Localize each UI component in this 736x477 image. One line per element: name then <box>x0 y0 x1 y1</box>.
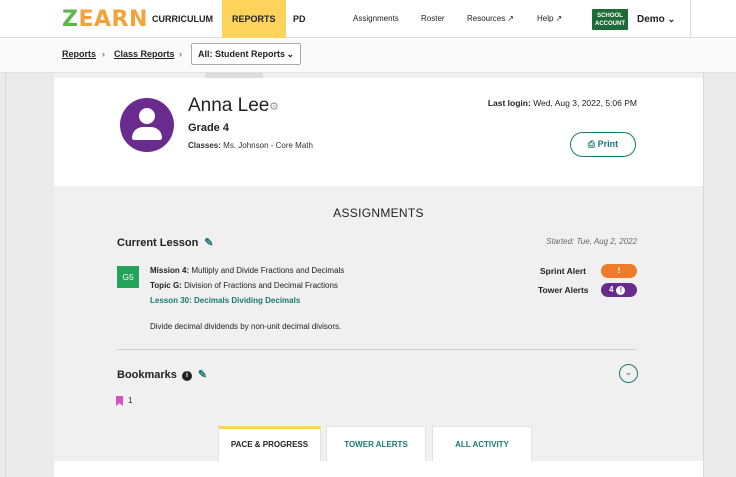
avatar-body <box>132 127 162 140</box>
chevron-right-icon: › <box>179 49 182 59</box>
last-login-label: Last login: <box>487 98 531 108</box>
mission-line: Mission 4: Multiply and Divide Fractions… <box>150 266 344 275</box>
nav-divider <box>690 0 691 38</box>
tab-all-activity[interactable]: ALL ACTIVITY <box>432 426 532 461</box>
tower-alerts-label: Tower Alerts <box>538 285 589 295</box>
zearn-logo[interactable]: ZEARN <box>62 7 148 32</box>
tab-content-area <box>54 461 703 477</box>
user-name: Demo <box>637 14 665 25</box>
mission-value: Multiply and Divide Fractions and Decima… <box>191 266 345 275</box>
bookmarks-label: Bookmarks <box>117 369 177 381</box>
sprint-alert-label: Sprint Alert <box>540 266 586 276</box>
pencil-icon[interactable]: ✎ <box>204 237 213 249</box>
nav-curriculum[interactable]: CURRICULUM <box>152 0 213 38</box>
breadcrumb-class-reports[interactable]: Class Reports <box>114 49 175 59</box>
chevron-down-icon: ⌄ <box>667 14 676 24</box>
assignments-title: ASSIGNMENTS <box>333 206 424 220</box>
report-type-value: All: Student Reports <box>198 49 285 59</box>
chevron-right-icon: › <box>102 49 105 59</box>
mission-label: Mission 4: <box>150 266 190 275</box>
topic-line: Topic G: Division of Fractions and Decim… <box>150 281 338 290</box>
tower-alert-count: 4 <box>609 285 614 294</box>
last-login: Last login: Wed, Aug 3, 2022, 5:06 PM <box>488 98 637 108</box>
sprint-alert-badge[interactable]: ! <box>601 264 637 278</box>
breadcrumb-reports[interactable]: Reports <box>62 49 96 59</box>
bookmark-icon <box>116 396 123 406</box>
avatar-head <box>139 108 155 124</box>
last-login-value: Wed, Aug 3, 2022, 5:06 PM <box>533 98 637 108</box>
breadcrumb: Reports › Class Reports › All: Student R… <box>0 38 736 73</box>
classes-label: Classes: <box>188 141 221 150</box>
student-grade: Grade 4 <box>188 122 229 134</box>
tab-pace-progress[interactable]: PACE & PROGRESS <box>218 426 321 461</box>
right-border <box>703 73 704 477</box>
nav-help[interactable]: Help ↗ <box>537 0 562 38</box>
external-link-icon: ↗ <box>555 14 563 23</box>
top-nav: ZEARN CURRICULUM REPORTS PD Assignments … <box>0 0 736 38</box>
chevron-down-icon: ⌄ <box>624 367 633 377</box>
student-classes: Classes: Ms. Johnson - Core Math <box>188 141 313 150</box>
bookmark-count: 1 <box>128 396 133 405</box>
pencil-icon[interactable]: ✎ <box>198 369 207 381</box>
current-lesson-label: Current Lesson <box>117 237 199 249</box>
school-account-line2: ACCOUNT <box>595 20 625 27</box>
section-divider <box>117 349 637 350</box>
nav-resources-label: Resources <box>467 14 506 23</box>
print-button[interactable]: ⎙ Print <box>570 132 636 157</box>
tab-tower-alerts[interactable]: TOWER ALERTS <box>326 426 426 461</box>
school-account-button[interactable]: SCHOOL ACCOUNT <box>592 9 628 30</box>
nav-resources[interactable]: Resources ↗ <box>467 0 514 38</box>
user-menu[interactable]: Demo ⌄ <box>637 0 675 38</box>
topic-label: Topic G: <box>150 281 182 290</box>
expand-bookmarks-button[interactable]: ⌄ <box>619 364 638 383</box>
assignments-panel: ASSIGNMENTS Current Lesson ✎ Started: Tue… <box>54 186 703 477</box>
lesson-description: Divide decimal dividends by non-unit dec… <box>150 322 342 331</box>
gear-icon[interactable]: ⚙ <box>269 100 279 113</box>
left-border <box>5 73 6 477</box>
school-account-line1: SCHOOL <box>597 12 623 19</box>
right-gutter <box>703 73 736 477</box>
student-profile-card: Anna Lee ⚙ Grade 4 Classes: Ms. Johnson … <box>54 78 703 186</box>
topic-value: Division of Fractions and Decimal Fracti… <box>184 281 338 290</box>
avatar <box>120 98 174 152</box>
student-name: Anna Lee <box>188 95 270 116</box>
tower-alerts-badge[interactable]: 4! <box>601 283 637 297</box>
nav-roster[interactable]: Roster <box>421 0 445 38</box>
current-lesson-heading: Current Lesson ✎ <box>117 236 214 249</box>
nav-reports[interactable]: REPORTS <box>222 0 286 38</box>
classes-value: Ms. Johnson - Core Math <box>223 141 313 150</box>
nav-pd[interactable]: PD <box>293 0 306 38</box>
started-date: Started: Tue, Aug 2, 2022 <box>546 237 637 246</box>
left-gutter <box>0 73 54 477</box>
nav-help-label: Help <box>537 14 554 23</box>
grade-badge: G5 <box>117 266 139 288</box>
lesson-link[interactable]: Lesson 30: Decimals Dividing Decimals <box>150 296 300 305</box>
info-icon[interactable]: i <box>181 371 192 381</box>
chevron-down-icon: ⌄ <box>286 49 294 59</box>
alert-icon: ! <box>616 286 626 295</box>
printer-icon: ⎙ <box>587 139 596 149</box>
bookmarks-heading: Bookmarks i ✎ <box>117 368 207 381</box>
nav-assignments[interactable]: Assignments <box>353 0 399 38</box>
print-label: Print <box>597 139 619 149</box>
external-link-icon: ↗ <box>507 14 514 23</box>
report-type-select[interactable]: All: Student Reports ⌄ <box>191 43 301 65</box>
